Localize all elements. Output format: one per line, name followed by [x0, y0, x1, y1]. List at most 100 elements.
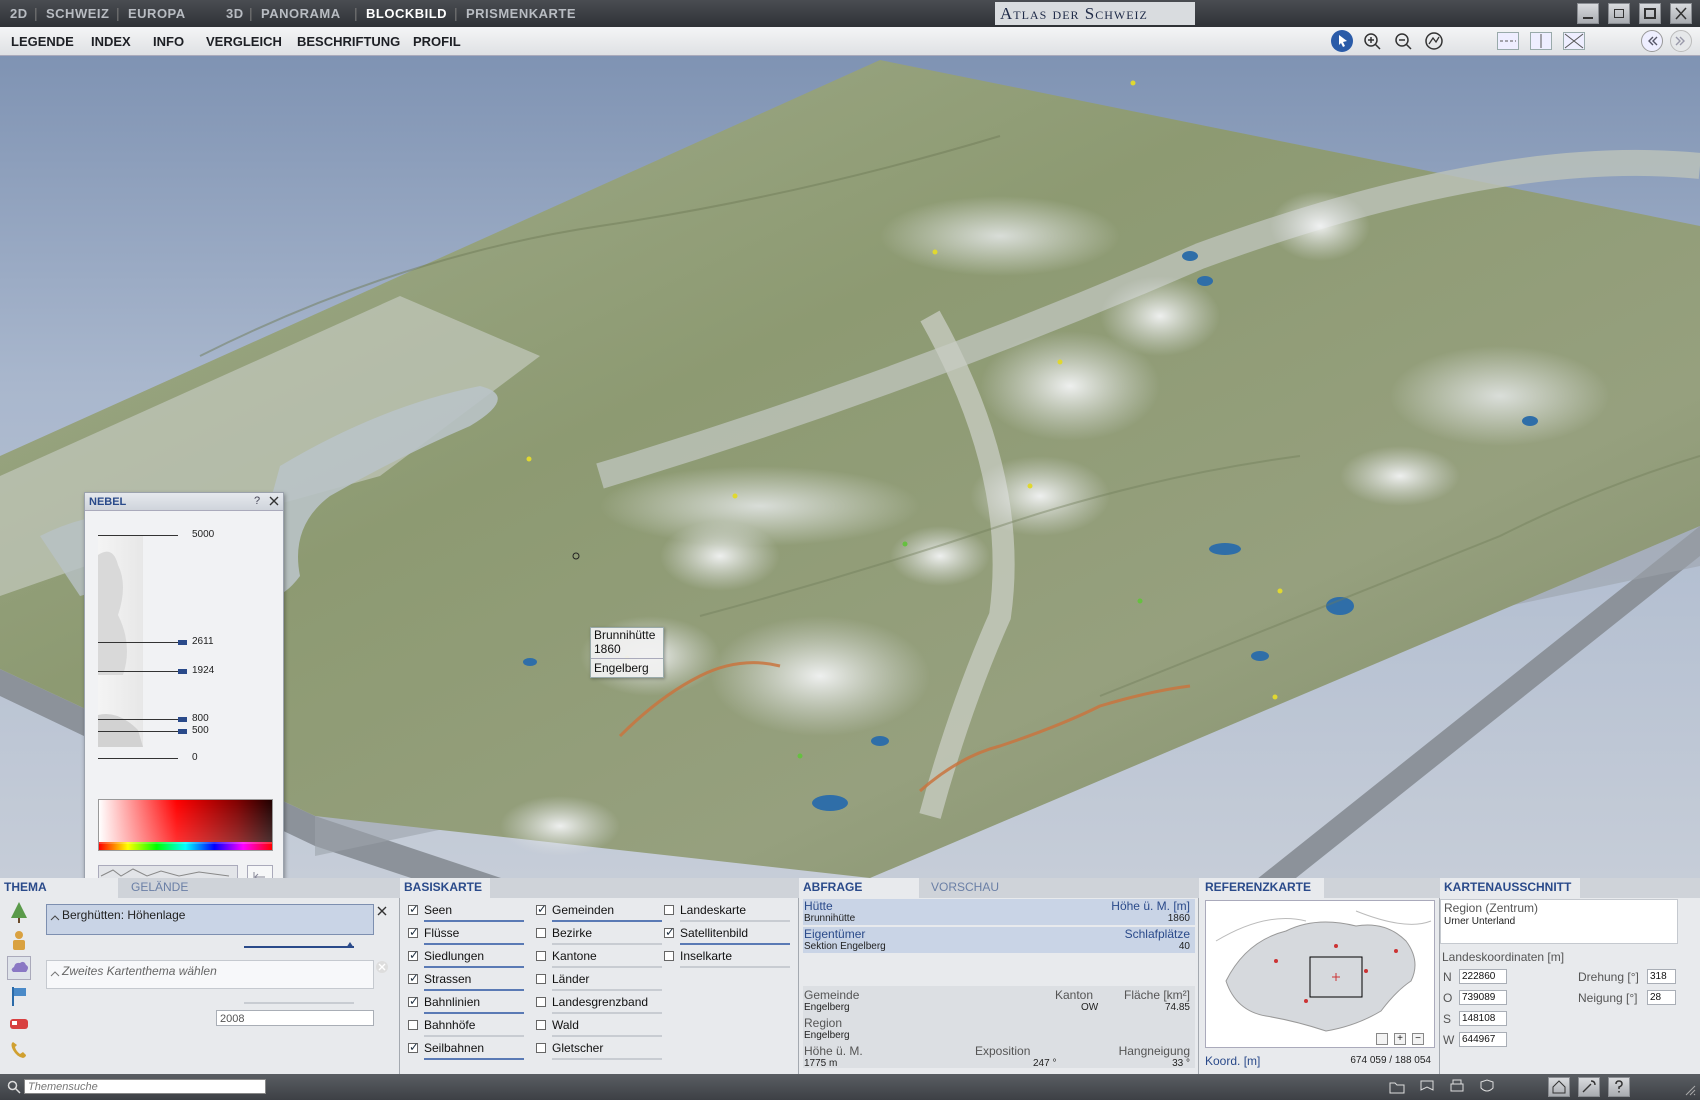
checkbox-checked[interactable]	[408, 1040, 419, 1054]
zoom-out-button[interactable]	[1392, 30, 1414, 52]
layer-col1-item-5[interactable]: Bahnhöfe	[408, 1018, 475, 1032]
neigung-input[interactable]: 28	[1647, 990, 1676, 1005]
fog-base-handle[interactable]	[178, 729, 187, 734]
mode-3d[interactable]: 3D	[226, 6, 244, 21]
export-button[interactable]	[1478, 1078, 1496, 1096]
menu-legende[interactable]: LEGENDE	[11, 34, 74, 49]
ref-zoom-out-button[interactable]: −	[1412, 1033, 1424, 1045]
help-icon[interactable]: ?	[254, 495, 260, 507]
layer-opacity-slider[interactable]	[680, 943, 790, 945]
reset-fog-button[interactable]	[247, 865, 273, 878]
collapse-right-button[interactable]	[1670, 30, 1692, 52]
fog-color-picker[interactable]	[98, 799, 273, 851]
layer-col2-item-5[interactable]: Wald	[536, 1018, 579, 1032]
theme-2-opacity-slider[interactable]	[244, 1002, 354, 1004]
fog-mid-handle[interactable]	[178, 669, 187, 674]
theme-1-selector[interactable]: Berghütten: Höhenlage	[46, 904, 374, 935]
nebel-close-button[interactable]	[267, 494, 281, 508]
environment-theme-button[interactable]	[7, 956, 31, 980]
w-coordinate-input[interactable]: 644967	[1459, 1032, 1507, 1047]
layer-opacity-slider[interactable]	[552, 966, 662, 968]
mode-prismenkarte[interactable]: PRISMENKARTE	[466, 6, 576, 21]
checkbox-unchecked[interactable]	[664, 905, 674, 915]
mode-2d[interactable]: 2D	[10, 6, 28, 21]
bookmark-button[interactable]	[1418, 1078, 1436, 1096]
communication-theme-button[interactable]	[7, 1038, 31, 1062]
checkbox-checked[interactable]	[408, 902, 419, 916]
drehung-input[interactable]: 318	[1647, 969, 1676, 984]
politics-theme-button[interactable]	[7, 984, 31, 1008]
layer-opacity-slider[interactable]	[424, 1058, 524, 1060]
transport-theme-button[interactable]	[7, 1012, 31, 1036]
layer-col1-item-2[interactable]: Siedlungen	[408, 948, 484, 963]
layer-opacity-slider[interactable]	[424, 920, 524, 922]
nature-theme-button[interactable]	[7, 900, 31, 924]
layer-col2-item-4[interactable]: Landesgrenzband	[536, 995, 648, 1009]
collapse-left-button[interactable]	[1641, 30, 1663, 52]
mode-schweiz[interactable]: SCHWEIZ	[46, 6, 109, 21]
theme-2-selector[interactable]: Zweites Kartenthema wählen	[46, 960, 374, 989]
checkbox-unchecked[interactable]	[536, 928, 546, 938]
layer-opacity-slider[interactable]	[424, 943, 524, 945]
profile-line-button[interactable]	[1497, 32, 1519, 50]
checkbox-checked[interactable]	[408, 971, 419, 985]
checkbox-checked[interactable]	[408, 925, 419, 939]
checkbox-unchecked[interactable]	[536, 1043, 546, 1053]
fog-density-slider[interactable]	[98, 865, 238, 878]
menu-vergleich[interactable]: VERGLEICH	[206, 34, 282, 49]
layer-opacity-slider[interactable]	[680, 966, 790, 968]
o-coordinate-input[interactable]: 739089	[1459, 990, 1507, 1005]
tools-button[interactable]	[1578, 1077, 1600, 1097]
layer-col2-item-3[interactable]: Länder	[536, 972, 589, 986]
society-theme-button[interactable]	[7, 928, 31, 952]
restore-button[interactable]	[1608, 3, 1630, 24]
rotate-view-button[interactable]	[1423, 30, 1445, 52]
close-button[interactable]	[1670, 3, 1692, 24]
ref-fit-button[interactable]	[1376, 1033, 1388, 1045]
ref-zoom-in-button[interactable]: +	[1394, 1033, 1406, 1045]
tab-thema[interactable]: THEMA	[4, 880, 47, 897]
tab-gelaende[interactable]: GELÄNDE	[131, 880, 188, 897]
n-coordinate-input[interactable]: 222860	[1459, 969, 1507, 984]
layer-col2-item-0[interactable]: Gemeinden	[536, 902, 614, 917]
fog-lower-handle[interactable]	[178, 717, 187, 722]
year-field[interactable]: 2008	[216, 1010, 374, 1026]
mode-panorama[interactable]: PANORAMA	[261, 6, 341, 21]
print-button[interactable]	[1448, 1078, 1466, 1096]
layer-opacity-slider[interactable]	[552, 1012, 662, 1014]
layer-col1-item-6[interactable]: Seilbahnen	[408, 1040, 484, 1055]
checkbox-unchecked[interactable]	[408, 1020, 418, 1030]
checkbox-unchecked[interactable]	[536, 997, 546, 1007]
layer-opacity-slider[interactable]	[552, 943, 662, 945]
open-folder-button[interactable]	[1388, 1078, 1406, 1096]
minimize-button[interactable]	[1577, 3, 1599, 24]
select-tool-button[interactable]	[1331, 30, 1353, 52]
reference-map[interactable]: + −	[1205, 900, 1435, 1048]
layer-opacity-slider[interactable]	[680, 920, 790, 922]
tab-vorschau[interactable]: VORSCHAU	[931, 880, 999, 897]
layer-col2-item-6[interactable]: Gletscher	[536, 1041, 603, 1055]
checkbox-unchecked[interactable]	[536, 951, 546, 961]
checkbox-checked[interactable]	[536, 902, 547, 916]
checkbox-checked[interactable]	[408, 994, 419, 1008]
layer-col1-item-1[interactable]: Flüsse	[408, 925, 459, 940]
layer-opacity-slider[interactable]	[552, 1058, 662, 1060]
theme-1-slider-handle[interactable]	[346, 942, 354, 948]
mode-blockbild[interactable]: BLOCKBILD	[366, 6, 447, 21]
theme-1-opacity-slider[interactable]	[244, 946, 354, 948]
tab-abfrage[interactable]: ABFRAGE	[803, 880, 862, 897]
layer-col3-item-2[interactable]: Inselkarte	[664, 949, 732, 963]
layer-opacity-slider[interactable]	[552, 1035, 662, 1037]
layer-opacity-slider[interactable]	[552, 989, 662, 991]
layer-opacity-slider[interactable]	[424, 1012, 524, 1014]
checkbox-checked[interactable]	[664, 925, 675, 939]
layer-opacity-slider[interactable]	[552, 920, 662, 922]
layer-col1-item-0[interactable]: Seen	[408, 902, 452, 917]
layer-col1-item-4[interactable]: Bahnlinien	[408, 994, 480, 1009]
checkbox-checked[interactable]	[408, 948, 419, 962]
menu-index[interactable]: INDEX	[91, 34, 131, 49]
menu-profil[interactable]: PROFIL	[413, 34, 461, 49]
layer-opacity-slider[interactable]	[424, 1035, 524, 1037]
checkbox-unchecked[interactable]	[664, 951, 674, 961]
remove-theme-2-button[interactable]	[375, 960, 389, 974]
